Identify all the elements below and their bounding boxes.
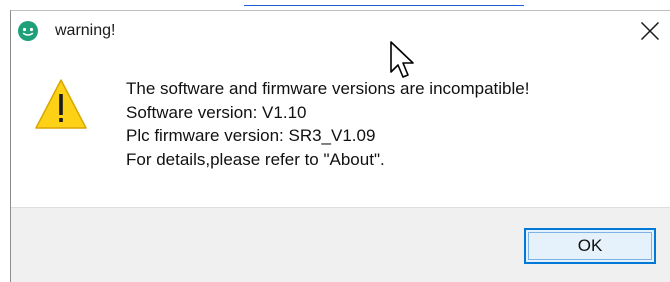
dialog-footer: OK	[11, 207, 670, 282]
warning-dialog: warning! The software and firmware versi…	[10, 10, 670, 282]
close-button[interactable]	[631, 15, 669, 47]
message-line: Plc firmware version: SR3_V1.09	[126, 126, 376, 145]
background-link-underline	[244, 0, 524, 6]
background-document	[0, 0, 670, 10]
screen: warning! The software and firmware versi…	[0, 0, 670, 282]
message-line: The software and firmware versions are i…	[126, 79, 530, 98]
mouse-cursor-icon	[390, 41, 414, 78]
app-logo-icon	[18, 21, 38, 41]
ok-button-label: OK	[577, 236, 603, 255]
dialog-title: warning!	[55, 22, 116, 39]
ok-button[interactable]: OK	[524, 228, 656, 264]
dialog-content: The software and firmware versions are i…	[11, 51, 670, 207]
close-icon	[641, 22, 659, 40]
warning-triangle-icon	[35, 79, 87, 129]
message-text: The software and firmware versions are i…	[126, 77, 529, 171]
title-bar: warning!	[11, 11, 670, 51]
message-line: For details,please refer to "About".	[126, 149, 385, 169]
message-line: Software version: V1.10	[126, 102, 307, 122]
